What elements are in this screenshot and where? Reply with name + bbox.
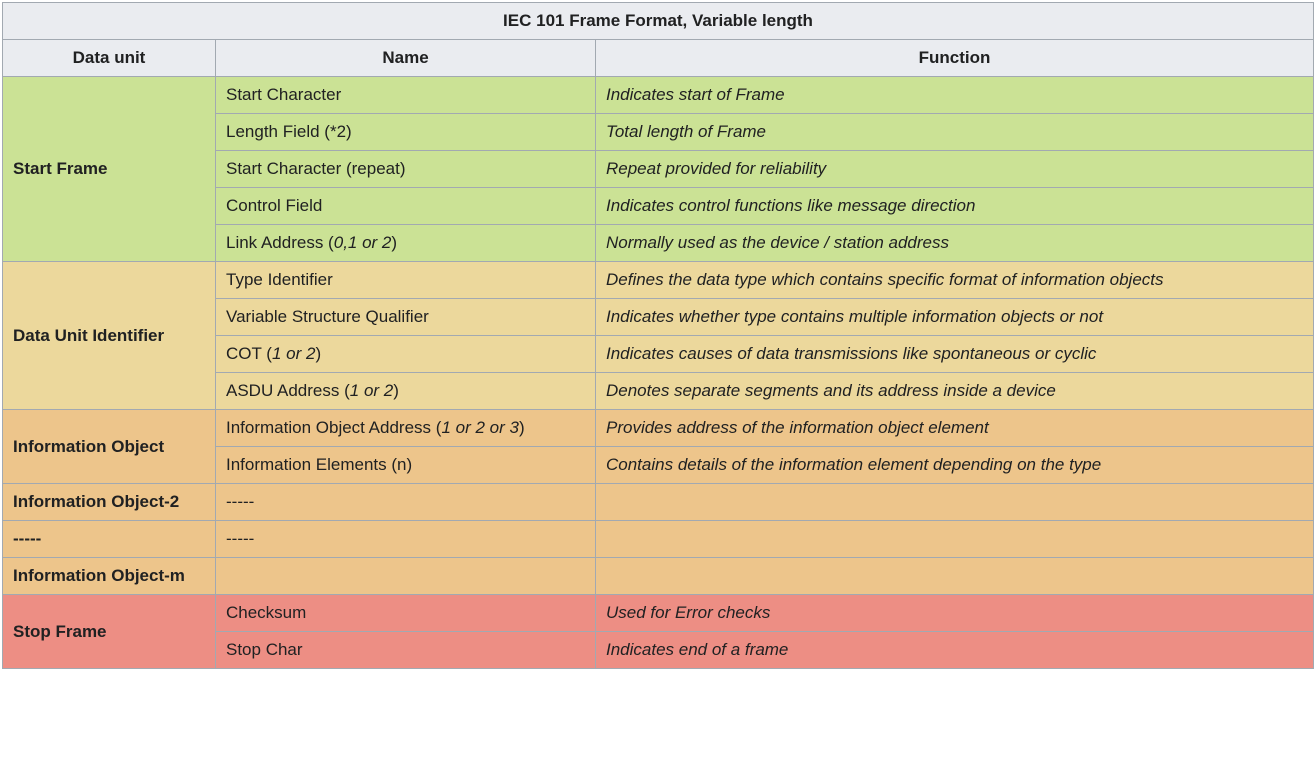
name-text: Link Address ( bbox=[226, 233, 334, 252]
function-cell: Indicates causes of data transmissions l… bbox=[596, 336, 1314, 373]
name-text: COT ( bbox=[226, 344, 272, 363]
data-unit-cell: Stop Frame bbox=[3, 595, 216, 669]
name-cell: COT (1 or 2) bbox=[216, 336, 596, 373]
function-cell: Defines the data type which contains spe… bbox=[596, 262, 1314, 299]
data-unit-cell: Information Object bbox=[3, 410, 216, 484]
function-cell: Repeat provided for reliability bbox=[596, 151, 1314, 188]
function-cell: Denotes separate segments and its addres… bbox=[596, 373, 1314, 410]
data-unit-cell: Information Object-2 bbox=[3, 484, 216, 521]
function-cell bbox=[596, 521, 1314, 558]
table-caption: IEC 101 Frame Format, Variable length bbox=[2, 2, 1314, 39]
table-row: Stop Frame Checksum Used for Error check… bbox=[3, 595, 1314, 632]
name-cell: Length Field (*2) bbox=[216, 114, 596, 151]
name-detail: 1 or 2 bbox=[350, 381, 393, 400]
table-row: Information Object-2 ----- bbox=[3, 484, 1314, 521]
data-unit-cell: Information Object-m bbox=[3, 558, 216, 595]
name-text: ----- bbox=[226, 492, 254, 511]
name-cell: Information Elements (n) bbox=[216, 447, 596, 484]
col-header-function: Function bbox=[596, 40, 1314, 77]
col-header-name: Name bbox=[216, 40, 596, 77]
table-row: ----- ----- bbox=[3, 521, 1314, 558]
data-unit-cell: Start Frame bbox=[3, 77, 216, 262]
function-cell: Indicates start of Frame bbox=[596, 77, 1314, 114]
name-cell: Start Character (repeat) bbox=[216, 151, 596, 188]
name-cell: Control Field bbox=[216, 188, 596, 225]
name-text: Variable Structure Qualifier bbox=[226, 307, 429, 326]
function-cell: Contains details of the information elem… bbox=[596, 447, 1314, 484]
name-text: Start Character (repeat) bbox=[226, 159, 406, 178]
name-detail: 1 or 2 or 3 bbox=[441, 418, 519, 437]
name-text: Length Field (*2) bbox=[226, 122, 352, 141]
name-text: Information Elements (n) bbox=[226, 455, 412, 474]
name-cell: ASDU Address (1 or 2) bbox=[216, 373, 596, 410]
col-header-data-unit: Data unit bbox=[3, 40, 216, 77]
table-row: Start Frame Start Character Indicates st… bbox=[3, 77, 1314, 114]
name-cell: Checksum bbox=[216, 595, 596, 632]
name-text: Stop Char bbox=[226, 640, 303, 659]
name-text: ASDU Address ( bbox=[226, 381, 350, 400]
function-cell bbox=[596, 558, 1314, 595]
name-cell: ----- bbox=[216, 484, 596, 521]
name-cell: Variable Structure Qualifier bbox=[216, 299, 596, 336]
function-cell: Normally used as the device / station ad… bbox=[596, 225, 1314, 262]
name-cell: Information Object Address (1 or 2 or 3) bbox=[216, 410, 596, 447]
name-text: Control Field bbox=[226, 196, 322, 215]
name-detail: 1 or 2 bbox=[272, 344, 315, 363]
data-unit-cell: Data Unit Identifier bbox=[3, 262, 216, 410]
name-cell: Type Identifier bbox=[216, 262, 596, 299]
name-detail: 0,1 or 2 bbox=[334, 233, 392, 252]
name-cell: Link Address (0,1 or 2) bbox=[216, 225, 596, 262]
function-cell: Provides address of the information obje… bbox=[596, 410, 1314, 447]
name-text: Start Character bbox=[226, 85, 341, 104]
name-cell: Stop Char bbox=[216, 632, 596, 669]
name-text: Information Object Address ( bbox=[226, 418, 441, 437]
function-cell: Total length of Frame bbox=[596, 114, 1314, 151]
function-cell: Indicates control functions like message… bbox=[596, 188, 1314, 225]
data-unit-cell: ----- bbox=[3, 521, 216, 558]
function-cell: Indicates whether type contains multiple… bbox=[596, 299, 1314, 336]
function-cell: Used for Error checks bbox=[596, 595, 1314, 632]
table-row: Information Object Information Object Ad… bbox=[3, 410, 1314, 447]
name-text: Checksum bbox=[226, 603, 306, 622]
name-cell bbox=[216, 558, 596, 595]
name-cell: ----- bbox=[216, 521, 596, 558]
function-cell: Indicates end of a frame bbox=[596, 632, 1314, 669]
name-text: ----- bbox=[226, 529, 254, 548]
table-body: Start Frame Start Character Indicates st… bbox=[3, 77, 1314, 669]
name-cell: Start Character bbox=[216, 77, 596, 114]
table-row: Information Object-m bbox=[3, 558, 1314, 595]
name-text: Type Identifier bbox=[226, 270, 333, 289]
table-header-row: Data unit Name Function bbox=[3, 40, 1314, 77]
frame-format-table: IEC 101 Frame Format, Variable length Da… bbox=[2, 2, 1314, 669]
table-row: Data Unit Identifier Type Identifier Def… bbox=[3, 262, 1314, 299]
function-cell bbox=[596, 484, 1314, 521]
